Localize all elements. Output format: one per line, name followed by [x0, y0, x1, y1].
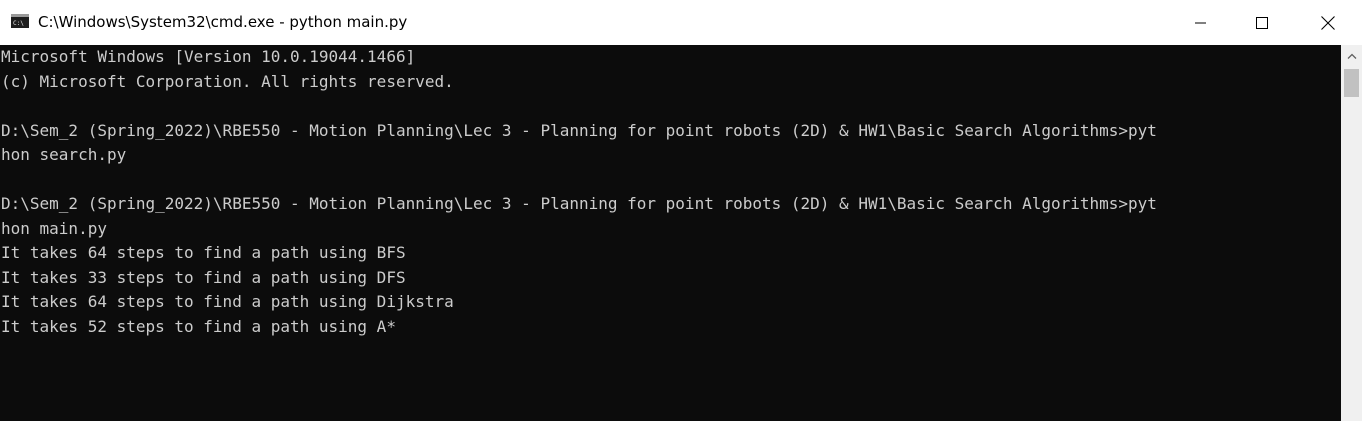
close-icon: [1321, 15, 1335, 30]
scroll-up-button[interactable]: [1341, 45, 1362, 67]
svg-text:C:\: C:\: [13, 20, 24, 27]
console-line: It takes 64 steps to find a path using D…: [1, 292, 454, 311]
console-line: hon main.py: [1, 218, 107, 238]
window-title: C:\Windows\System32\cmd.exe - python mai…: [38, 13, 408, 31]
scroll-thumb[interactable]: [1344, 69, 1359, 97]
console-line: (c) Microsoft Corporation. All rights re…: [1, 71, 454, 91]
maximize-icon: [1256, 16, 1268, 29]
cmd-icon[interactable]: C:\: [11, 14, 29, 28]
console-line: D:\Sem_2 (Spring_2022)\RBE550 - Motion P…: [1, 120, 1157, 140]
minimize-button[interactable]: [1178, 0, 1224, 45]
vertical-scrollbar[interactable]: [1341, 45, 1362, 421]
console-line: It takes 33 steps to find a path using D…: [1, 267, 406, 287]
cmd-window: C:\ C:\Windows\System32\cmd.exe - python…: [0, 0, 1362, 421]
chevron-up-icon: [1347, 53, 1356, 59]
console-line: It takes 64 steps to find a path using B…: [1, 243, 406, 262]
console-output[interactable]: Microsoft Windows [Version 10.0.19044.14…: [0, 45, 1341, 421]
minimize-icon: [1195, 22, 1206, 23]
console-line: It takes 52 steps to find a path using A…: [1, 316, 396, 336]
console-line: Microsoft Windows [Version 10.0.19044.14…: [1, 47, 416, 66]
maximize-button[interactable]: [1239, 0, 1285, 45]
close-button[interactable]: [1305, 0, 1351, 45]
title-bar[interactable]: C:\ C:\Windows\System32\cmd.exe - python…: [0, 0, 1362, 45]
console-line: D:\Sem_2 (Spring_2022)\RBE550 - Motion P…: [1, 194, 1157, 213]
console-line: hon search.py: [1, 145, 127, 164]
